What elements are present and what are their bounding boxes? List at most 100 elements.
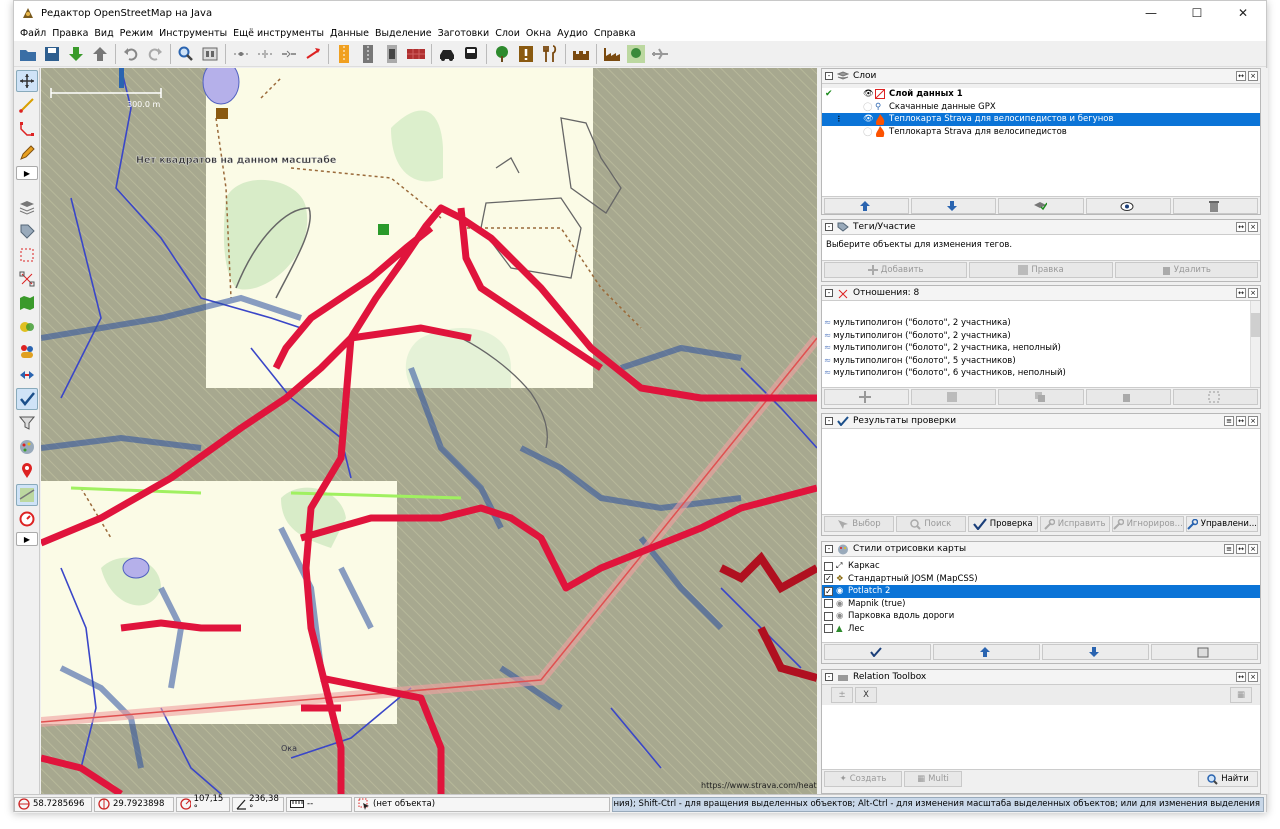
collapse-toggle[interactable]: - <box>825 223 833 231</box>
preset-rail[interactable] <box>381 43 403 65</box>
eye-hidden-icon[interactable]: ◯ <box>863 127 875 137</box>
close-button[interactable]: ✕ <box>1220 1 1266 25</box>
eye-icon[interactable]: 👁 <box>863 89 875 99</box>
close-panel-button[interactable]: × <box>1248 544 1258 554</box>
settings-button[interactable]: ≡ <box>1224 544 1234 554</box>
relation-item[interactable]: ≈ мультиполигон ("болото", 6 участников, … <box>822 367 1260 380</box>
search-button[interactable]: Поиск <box>895 516 966 532</box>
edit-tag-button[interactable]: Правка <box>969 262 1113 278</box>
close-panel-button[interactable]: × <box>1248 672 1258 682</box>
layers-toggle-button[interactable] <box>16 196 38 218</box>
new-relation-button[interactable] <box>824 389 910 405</box>
layers-panel-header[interactable]: - Слои ↔ × <box>822 69 1260 84</box>
preset-industrial[interactable] <box>601 43 623 65</box>
select-relation-members-button[interactable] <box>1172 389 1259 405</box>
menu-mode[interactable]: Режим <box>117 28 156 39</box>
show-hide-layer-button[interactable] <box>1085 198 1171 214</box>
layer-row-selected[interactable]: ⠇ 👁 Теплокарта Strava для велосипедистов… <box>822 113 1260 126</box>
collapse-toggle[interactable]: - <box>825 673 833 681</box>
validation-button[interactable] <box>16 388 38 410</box>
filter-button[interactable] <box>16 412 38 434</box>
menu-audio[interactable]: Аудио <box>554 28 591 39</box>
style-item[interactable]: ⤢ Каркас <box>822 560 1260 573</box>
style-checkbox[interactable]: ✓ <box>824 574 833 584</box>
find-button[interactable]: Найти <box>1198 771 1258 787</box>
remove-member-button[interactable]: X <box>855 687 877 703</box>
improve-way-button[interactable] <box>16 118 38 140</box>
edit-relation-button[interactable] <box>911 389 997 405</box>
map-canvas[interactable]: 300.0 m Нет квадратов на данном масштабе… <box>41 68 817 794</box>
preset-building[interactable] <box>405 43 427 65</box>
draw-mode-button[interactable] <box>16 94 38 116</box>
dock-button[interactable]: ↔ <box>1236 416 1246 426</box>
maximize-button[interactable]: ☐ <box>1174 1 1220 25</box>
conflict-button[interactable] <box>16 316 38 338</box>
collapse-toggle[interactable]: - <box>825 417 833 425</box>
dock-button[interactable]: ↔ <box>1236 544 1246 554</box>
toolbox-settings-button[interactable]: ▦ <box>1230 687 1252 703</box>
close-panel-button[interactable]: × <box>1248 71 1258 81</box>
dock-button[interactable]: ↔ <box>1236 222 1246 232</box>
relations-panel-header[interactable]: - Отношения: 8 ↔ × <box>822 286 1260 301</box>
menu-selection[interactable]: Выделение <box>372 28 435 39</box>
style-checkbox[interactable]: ✓ <box>824 586 833 596</box>
undo-button[interactable] <box>120 43 142 65</box>
delete-layer-button[interactable] <box>1172 198 1259 214</box>
download-button[interactable] <box>65 43 87 65</box>
delete-tag-button[interactable]: Удалить <box>1114 262 1258 278</box>
style-checkbox[interactable] <box>824 624 833 634</box>
menu-more-tools[interactable]: Ещё инструменты <box>230 28 327 39</box>
move-layer-down-button[interactable] <box>911 198 997 214</box>
close-panel-button[interactable]: × <box>1248 222 1258 232</box>
selection-list-button[interactable] <box>16 244 38 266</box>
combine-way-button[interactable] <box>254 43 276 65</box>
relation-item[interactable]: ≈ мультиполигон ("болото", 5 участников) <box>822 355 1260 368</box>
layer-row[interactable]: ◯ Теплокарта Strava для велосипедистов <box>822 126 1260 139</box>
fix-button[interactable]: Исправить <box>1039 516 1110 532</box>
menu-presets[interactable]: Заготовки <box>435 28 493 39</box>
layer-row[interactable]: ✔ 👁 Слой данных 1 <box>822 88 1260 101</box>
command-stack-button[interactable] <box>16 364 38 386</box>
preset-restaurant[interactable] <box>539 43 561 65</box>
style-item[interactable]: ▲ Лес <box>822 623 1260 636</box>
expand-dialogs-button[interactable]: ▶ <box>16 532 38 546</box>
map-styles-panel-header[interactable]: - Стили отрисовки карты ≡ ↔ × <box>822 542 1260 557</box>
settings-button[interactable]: ≡ <box>1224 416 1234 426</box>
move-style-up-button[interactable] <box>933 644 1040 660</box>
menu-file[interactable]: Файл <box>17 28 49 39</box>
multi-button[interactable]: ▦ Multi <box>904 771 962 787</box>
menu-layers[interactable]: Слои <box>492 28 523 39</box>
collapse-toggle[interactable]: - <box>825 72 833 80</box>
relation-list-scrollbar[interactable] <box>1250 301 1260 387</box>
close-panel-button[interactable]: × <box>1248 288 1258 298</box>
style-item-selected[interactable]: ✓ ◉ Potlatch 2 <box>822 585 1260 598</box>
map-paint-styles-button[interactable] <box>16 292 38 314</box>
preset-road-orange[interactable] <box>333 43 355 65</box>
activate-layer-button[interactable] <box>998 198 1084 214</box>
align-line-button[interactable] <box>230 43 252 65</box>
preset-bus[interactable] <box>460 43 482 65</box>
move-style-down-button[interactable] <box>1042 644 1149 660</box>
collapse-toggle[interactable]: - <box>825 545 833 553</box>
dock-button[interactable]: ↔ <box>1236 672 1246 682</box>
style-checkbox[interactable] <box>824 599 833 609</box>
style-checkbox[interactable] <box>824 561 833 571</box>
map-data-button[interactable] <box>16 484 38 506</box>
activate-style-button[interactable] <box>824 644 931 660</box>
preset-castle[interactable] <box>570 43 592 65</box>
preset-car[interactable] <box>436 43 458 65</box>
authors-button[interactable] <box>16 340 38 362</box>
select-button[interactable]: Выбор <box>824 516 894 532</box>
ignore-button[interactable]: Игнориров... <box>1111 516 1184 532</box>
preset-road-gray[interactable] <box>357 43 379 65</box>
create-relation-button[interactable]: ✦ Создать <box>824 771 902 787</box>
delete-relation-button[interactable] <box>1085 389 1171 405</box>
expand-tools-button[interactable]: ▶ <box>16 166 38 180</box>
preset-plane[interactable] <box>649 43 671 65</box>
relation-item[interactable]: ≈ мультиполигон ("болото", 2 участника) <box>822 317 1260 330</box>
validate-button[interactable]: Проверка <box>967 516 1038 532</box>
tags-panel-header[interactable]: - Теги/Участие ↔ × <box>822 220 1260 235</box>
pencil-mode-button[interactable] <box>16 142 38 164</box>
notes-button[interactable] <box>16 460 38 482</box>
select-mode-button[interactable] <box>16 70 38 92</box>
